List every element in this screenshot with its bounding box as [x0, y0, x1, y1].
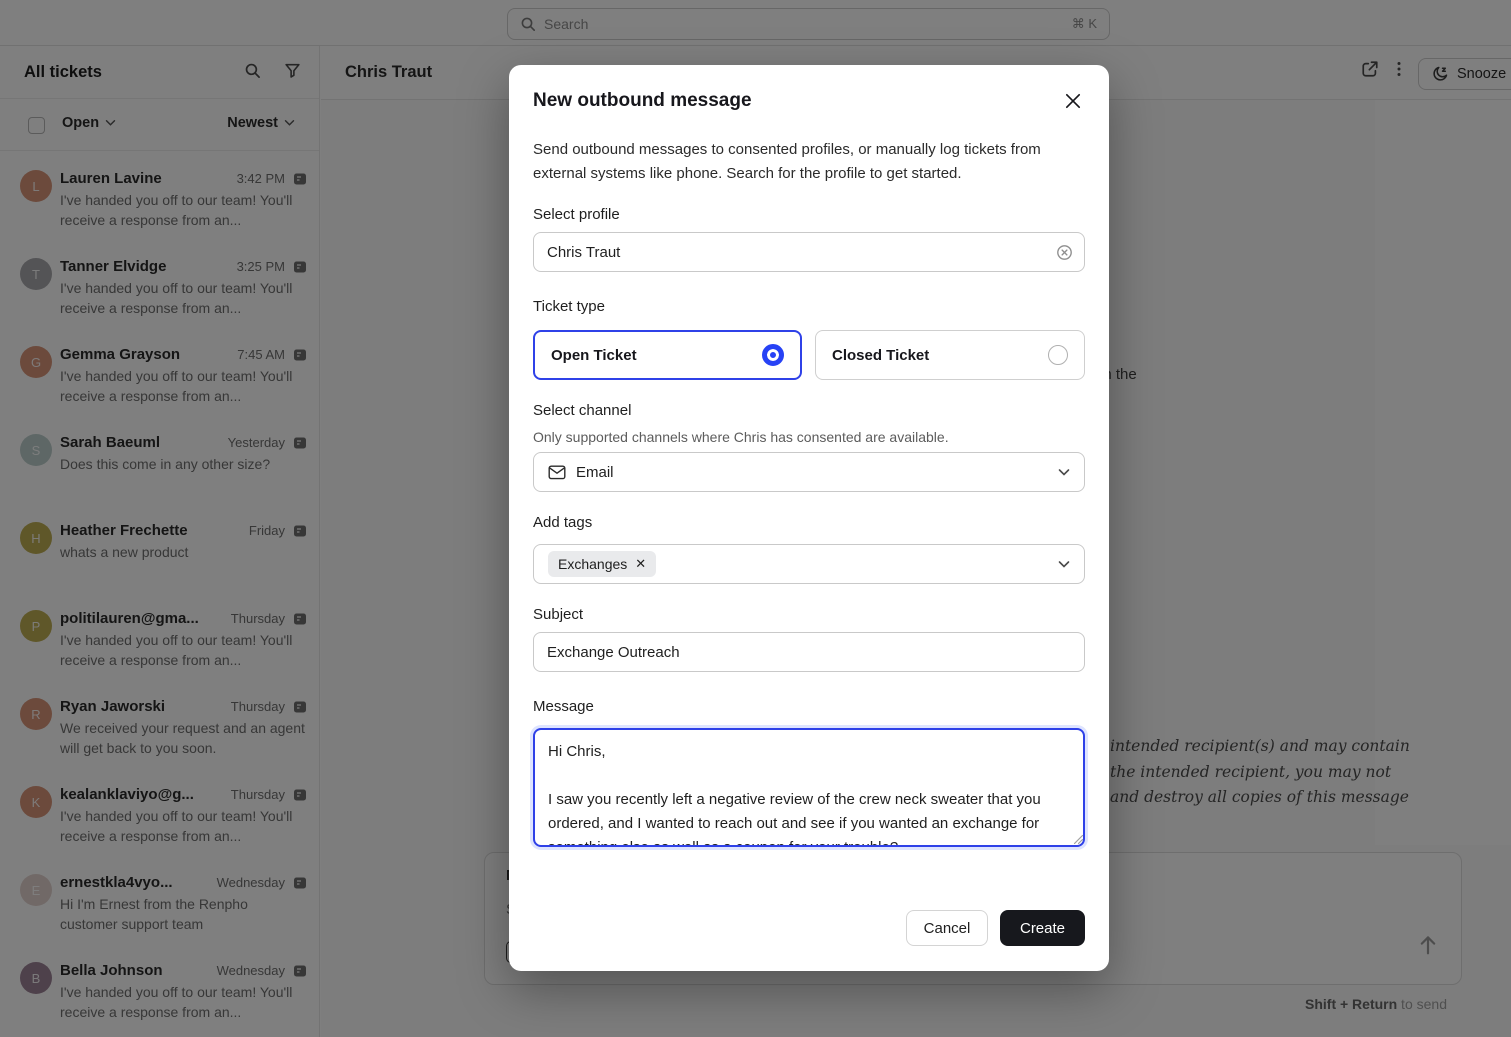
profile-label: Select profile	[533, 206, 620, 223]
channel-label: Select channel	[533, 402, 631, 419]
tag-chip: Exchanges ✕	[548, 551, 656, 577]
ticket-type-label: Ticket type	[533, 298, 605, 315]
cancel-button[interactable]: Cancel	[906, 910, 988, 946]
open-ticket-label: Open Ticket	[551, 347, 637, 364]
tags-field[interactable]: Exchanges ✕	[533, 544, 1085, 584]
clear-profile-icon[interactable]	[1056, 244, 1073, 261]
radio-selected-icon[interactable]	[762, 344, 784, 366]
chevron-down-icon	[1058, 560, 1070, 569]
create-button[interactable]: Create	[1000, 910, 1085, 946]
tag-chip-label: Exchanges	[558, 556, 627, 572]
email-icon	[548, 465, 566, 480]
new-outbound-message-modal: New outbound message Send outbound messa…	[509, 65, 1109, 971]
open-ticket-option[interactable]: Open Ticket	[533, 330, 802, 380]
chevron-down-icon	[1058, 468, 1070, 477]
modal-title: New outbound message	[533, 90, 752, 112]
profile-input[interactable]	[533, 232, 1085, 272]
subject-input[interactable]	[533, 632, 1085, 672]
tags-label: Add tags	[533, 514, 592, 531]
message-label: Message	[533, 698, 594, 715]
closed-ticket-label: Closed Ticket	[832, 347, 929, 364]
subject-label: Subject	[533, 606, 583, 623]
modal-description: Send outbound messages to consented prof…	[533, 138, 1053, 186]
app-root: ⌘ K All tickets Open Newest	[0, 0, 1511, 1037]
closed-ticket-option[interactable]: Closed Ticket	[815, 330, 1085, 380]
radio-unselected-icon[interactable]	[1048, 345, 1068, 365]
resize-handle[interactable]	[1072, 833, 1084, 845]
channel-select[interactable]: Email	[533, 452, 1085, 492]
message-textarea[interactable]: Hi Chris, I saw you recently left a nega…	[533, 728, 1085, 847]
close-icon[interactable]	[1059, 87, 1087, 115]
channel-helper-text: Only supported channels where Chris has …	[533, 429, 949, 445]
channel-value: Email	[576, 464, 614, 481]
remove-tag-icon[interactable]: ✕	[635, 556, 646, 572]
